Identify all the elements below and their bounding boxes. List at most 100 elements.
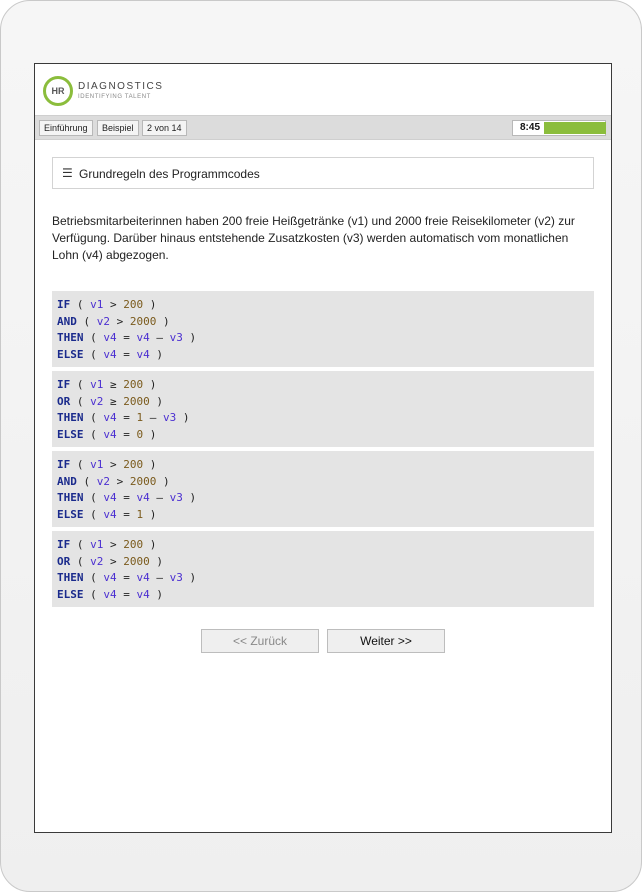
code-line: ELSE ( v4 = 0 ) (57, 427, 589, 444)
code-token-kw: AND (57, 474, 77, 488)
code-line: AND ( v2 > 2000 ) (57, 474, 589, 491)
code-line: THEN ( v4 = 1 – v3 ) (57, 410, 589, 427)
code-token-op: ( (83, 411, 104, 424)
code-token-num: 200 (123, 458, 144, 471)
menu-icon[interactable]: ☰ (62, 166, 73, 180)
code-token-op: ( (83, 331, 104, 344)
code-token-op: ( (70, 554, 91, 568)
answer-options: IF ( v1 > 200 ) AND ( v2 > 2000 ) THEN ( v… (52, 291, 594, 611)
code-token-op: = (116, 507, 137, 521)
code-token-op: ) (182, 331, 197, 344)
next-button[interactable]: Weiter >> (327, 629, 445, 653)
code-token-op: = (116, 331, 137, 344)
tablet-frame: HR DIAGNOSTICS IDENTIFYING TALENT Einfüh… (0, 0, 642, 892)
code-token-op: ( (83, 427, 104, 441)
code-line: IF ( v1 > 200 ) (57, 297, 589, 314)
back-button[interactable]: << Zurück (201, 629, 319, 653)
logo-name: DIAGNOSTICS (78, 81, 164, 92)
section-title: Grundregeln des Programmcodes (79, 167, 260, 181)
code-token-var: v4 (103, 347, 117, 361)
code-token-kw: THEN (57, 331, 84, 344)
intro-tab[interactable]: Einführung (39, 120, 93, 136)
code-token-var: v2 (96, 474, 110, 488)
code-token-var: v1 (90, 378, 104, 391)
code-token-kw: IF (57, 298, 71, 311)
code-token-op: ( (83, 507, 104, 521)
code-token-var: v4 (103, 507, 117, 521)
code-line: THEN ( v4 = v4 – v3 ) (57, 330, 589, 347)
code-token-kw: ELSE (57, 427, 84, 441)
code-token-op: ( (83, 571, 104, 584)
code-token-num: 2000 (129, 314, 157, 328)
code-token-var: v4 (103, 491, 117, 504)
code-token-op: ≥ (103, 378, 124, 391)
code-line: ELSE ( v4 = v4 ) (57, 587, 589, 604)
code-token-var: v4 (136, 571, 150, 584)
answer-option-3[interactable]: IF ( v1 > 200 ) AND ( v2 > 2000 ) THEN ( v… (52, 451, 594, 527)
code-line: IF ( v1 > 200 ) (57, 457, 589, 474)
code-token-op: ) (143, 427, 157, 441)
code-token-op: ) (176, 411, 190, 424)
logo-initials: HR (51, 86, 65, 96)
code-token-op: ( (70, 538, 91, 551)
answer-option-1[interactable]: IF ( v1 > 200 ) AND ( v2 > 2000 ) THEN ( v… (52, 291, 594, 367)
code-token-op: > (103, 554, 124, 568)
code-token-var: v1 (90, 298, 104, 311)
code-token-op: – (149, 331, 170, 344)
code-token-var: v3 (163, 411, 177, 424)
code-token-op: ( (83, 587, 104, 601)
code-token-op: ) (156, 474, 170, 488)
code-line: ELSE ( v4 = 1 ) (57, 507, 589, 524)
code-token-var: v4 (103, 331, 117, 344)
code-token-kw: ELSE (57, 347, 84, 361)
code-token-op: ( (70, 458, 91, 471)
code-token-op: > (110, 474, 130, 488)
code-token-kw: IF (57, 378, 71, 391)
timer-progress-fill (545, 123, 605, 133)
code-token-op: ( (83, 491, 104, 504)
nav-bar: Einführung Beispiel 2 von 14 8:45 (35, 115, 611, 140)
code-line: THEN ( v4 = v4 – v3 ) (57, 570, 589, 587)
code-token-kw: THEN (57, 571, 84, 584)
code-token-op: > (110, 314, 130, 328)
code-token-var: v3 (169, 491, 183, 504)
code-token-var: v1 (90, 458, 104, 471)
code-line: OR ( v2 ≥ 2000 ) (57, 394, 589, 411)
code-token-num: 2000 (123, 554, 150, 568)
code-line: IF ( v1 > 200 ) (57, 537, 589, 554)
code-token-kw: AND (57, 314, 77, 328)
code-token-var: v4 (136, 587, 150, 601)
code-token-num: 200 (123, 538, 144, 551)
code-token-kw: ELSE (57, 507, 84, 521)
example-tab[interactable]: Beispiel (97, 120, 139, 136)
answer-option-4[interactable]: IF ( v1 > 200 ) OR ( v2 > 2000 ) THEN ( v4… (52, 531, 594, 607)
code-token-op: ) (156, 314, 170, 328)
code-token-kw: THEN (57, 491, 84, 504)
code-token-op: ) (149, 347, 163, 361)
code-token-kw: ELSE (57, 587, 84, 601)
code-token-op: ) (149, 394, 163, 408)
code-token-op: ( (70, 298, 91, 311)
logo-tagline: IDENTIFYING TALENT (78, 94, 151, 100)
code-token-op: ) (143, 507, 157, 521)
code-token-op: > (103, 458, 124, 471)
code-token-kw: IF (57, 458, 71, 471)
code-line: THEN ( v4 = v4 – v3 ) (57, 490, 589, 507)
code-token-op: – (143, 411, 163, 424)
answer-option-2[interactable]: IF ( v1 ≥ 200 ) OR ( v2 ≥ 2000 ) THEN ( v4… (52, 371, 594, 447)
code-token-op: ) (149, 587, 163, 601)
section-panel[interactable]: ☰ Grundregeln des Programmcodes (52, 157, 594, 189)
code-token-op: ) (182, 491, 197, 504)
code-token-op: – (149, 491, 170, 504)
code-token-num: 200 (123, 298, 144, 311)
timer: 8:45 (512, 120, 606, 136)
code-token-op: ) (149, 554, 163, 568)
logo-ring-icon: HR (43, 76, 73, 106)
code-token-var: v4 (136, 347, 150, 361)
code-token-op: ( (76, 474, 97, 488)
code-token-op: = (116, 427, 137, 441)
code-line: OR ( v2 > 2000 ) (57, 554, 589, 571)
code-token-var: v4 (103, 411, 117, 424)
code-token-op: ) (143, 298, 157, 311)
code-token-op: ( (70, 378, 91, 391)
